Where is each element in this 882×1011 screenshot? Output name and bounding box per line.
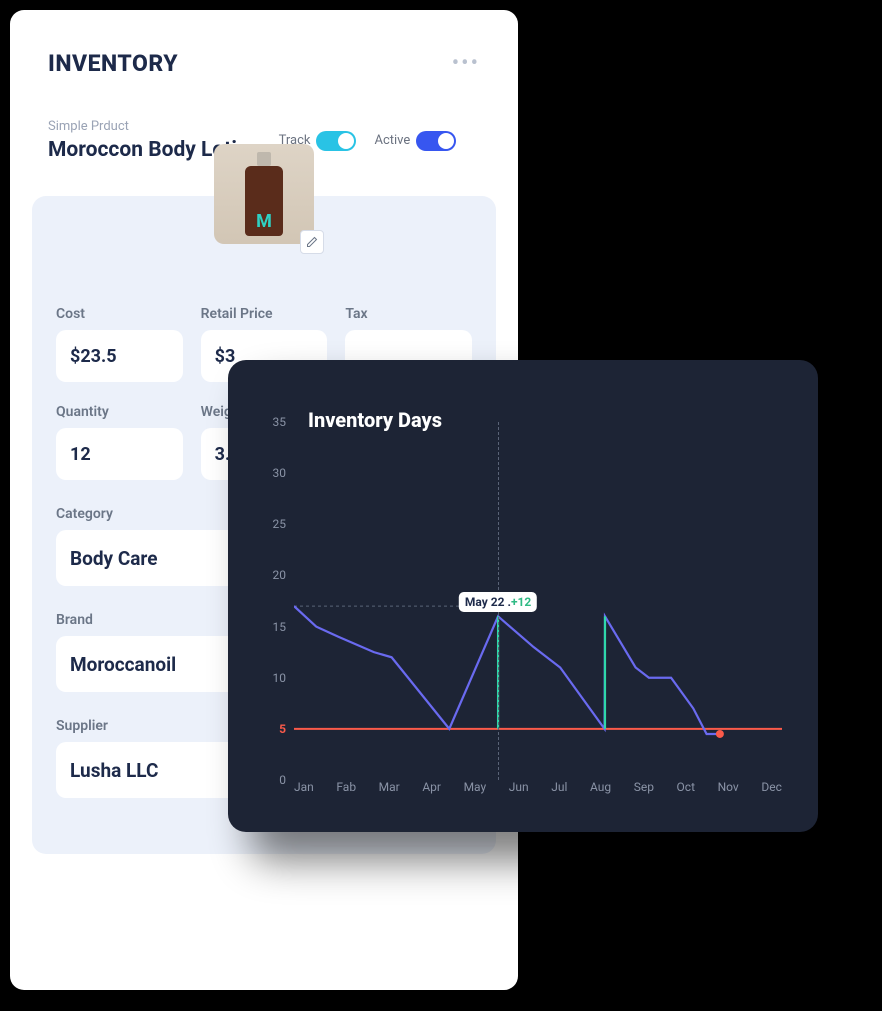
y-tick: 5 xyxy=(248,722,294,736)
more-icon[interactable]: ••• xyxy=(452,51,480,76)
quantity-field: Quantity 12 xyxy=(56,404,183,480)
page-title: INVENTORY xyxy=(48,50,178,77)
x-tick: Sep xyxy=(634,780,654,800)
active-toggle[interactable] xyxy=(416,131,456,151)
series-line xyxy=(294,606,720,734)
product-image: M xyxy=(214,144,314,244)
chart-body: 05101520253035 JanFabMarAprMayJunJulAugS… xyxy=(248,440,782,800)
x-tick: Jun xyxy=(509,780,529,800)
tax-label: Tax xyxy=(345,306,472,322)
chart-svg xyxy=(294,422,782,780)
retail-price-label: Retail Price xyxy=(201,306,328,322)
product-subtitle: Simple Prduct xyxy=(48,119,261,134)
y-tick: 20 xyxy=(248,568,294,582)
y-tick: 15 xyxy=(248,620,294,634)
chart-x-axis: Jan Fab Mar Apr May Jun Jul Aug Sep Oct Nov Dec xyxy=(294,780,782,800)
x-tick: Nov xyxy=(718,780,739,800)
x-tick: Mar xyxy=(379,780,400,800)
x-tick: Oct xyxy=(677,780,695,800)
toggle-knob xyxy=(338,133,354,149)
cost-input[interactable]: $23.5 xyxy=(56,330,183,382)
quantity-label: Quantity xyxy=(56,404,183,420)
active-toggle-group: Active xyxy=(374,131,456,151)
y-tick: 35 xyxy=(248,415,294,429)
x-tick: Dec xyxy=(761,780,782,800)
chart-y-axis: 05101520253035 xyxy=(248,422,294,780)
edit-image-button[interactable] xyxy=(300,230,324,254)
cost-field: Cost $23.5 xyxy=(56,306,183,382)
x-tick: Apr xyxy=(422,780,441,800)
series-end-dot xyxy=(716,730,724,738)
y-tick: 10 xyxy=(248,671,294,685)
x-tick: May xyxy=(464,780,487,800)
x-tick: Aug xyxy=(590,780,611,800)
card-header: INVENTORY ••• xyxy=(32,50,496,77)
y-tick: 0 xyxy=(248,773,294,787)
chart-panel: Inventory Days 05101520253035 JanFabMarA… xyxy=(228,360,818,832)
chart-tooltip: May 22 .+12 xyxy=(459,592,537,612)
x-tick: Jan xyxy=(294,780,314,800)
chart-plot-area[interactable]: May 22 .+12 xyxy=(294,422,782,780)
bottle-icon: M xyxy=(245,166,283,236)
track-toggle[interactable] xyxy=(316,131,356,151)
quantity-input[interactable]: 12 xyxy=(56,428,183,480)
x-tick: Fab xyxy=(336,780,356,800)
toggle-knob xyxy=(438,133,454,149)
x-tick: Jul xyxy=(551,780,567,800)
active-label: Active xyxy=(374,133,410,148)
pencil-icon xyxy=(306,236,318,248)
y-tick: 30 xyxy=(248,466,294,480)
cost-label: Cost xyxy=(56,306,183,322)
y-tick: 25 xyxy=(248,517,294,531)
